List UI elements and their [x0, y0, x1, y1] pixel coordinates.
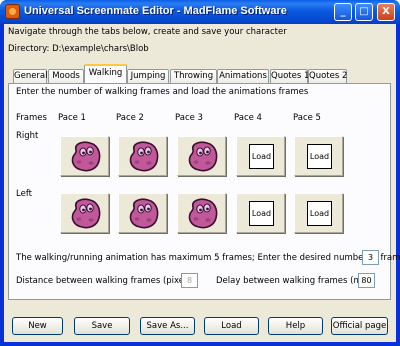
left-pace-1-frame-button[interactable] [60, 193, 109, 233]
frames-label: Frames [16, 113, 47, 123]
tab-moods[interactable]: Moods [48, 69, 84, 84]
minimize-button[interactable]: _ [334, 3, 352, 21]
load-frame-label: Load [307, 201, 332, 226]
pace-2-header: Pace 2 [116, 113, 144, 123]
left-pace-3-frame-button[interactable] [177, 193, 226, 233]
load-frame-label: Load [249, 201, 274, 226]
right-pace-3-frame-button[interactable] [177, 136, 226, 176]
left-pace-2-frame-button[interactable] [118, 193, 167, 233]
tab-jumping[interactable]: Jumping [127, 69, 169, 84]
walking-intro-text: Enter the number of walking frames and l… [16, 87, 309, 97]
left-label: Left [16, 189, 32, 199]
left-pace-4-frame-button[interactable]: Load [236, 193, 285, 233]
delay-input[interactable]: 80 [358, 273, 375, 288]
load-frame-label: Load [249, 144, 274, 169]
pace-4-header: Pace 4 [234, 113, 262, 123]
blob-character-sprite [71, 141, 101, 172]
app-icon[interactable] [5, 4, 20, 19]
right-pace-2-frame-button[interactable] [118, 136, 167, 176]
blob-character-sprite [129, 141, 159, 172]
pace-3-header: Pace 3 [175, 113, 203, 123]
tab-throwing[interactable]: Throwing [170, 69, 217, 84]
distance-label: Distance between walking frames (pixels) [16, 276, 195, 286]
right-pace-4-frame-button[interactable]: Load [236, 136, 285, 176]
tab-walking[interactable]: Walking [84, 64, 127, 83]
distance-input[interactable]: 8 [181, 273, 198, 288]
new-button[interactable]: New [12, 317, 63, 335]
frame-count-input[interactable]: 3 [362, 250, 379, 265]
tab-quotes-2[interactable]: Quotes 2 [308, 69, 347, 84]
right-pace-1-frame-button[interactable] [60, 136, 109, 176]
blob-character-sprite [188, 198, 218, 229]
max-frames-text: The walking/running animation has maximu… [16, 253, 400, 263]
load-frame-label: Load [307, 144, 332, 169]
save-button[interactable]: Save [74, 317, 130, 335]
official-page-button[interactable]: Official page [331, 317, 388, 335]
title-bar[interactable]: Universal Screenmate Editor - MadFlame S… [0, 0, 400, 24]
help-button[interactable]: Help [268, 317, 323, 335]
tab-animations[interactable]: Animations [217, 69, 269, 84]
tab-general[interactable]: General [13, 69, 48, 84]
close-button[interactable]: X [377, 3, 395, 21]
app-window: Universal Screenmate Editor - MadFlame S… [0, 0, 400, 346]
directory-path: Directory: D:\example\chars\Blob [8, 44, 149, 54]
window-title: Universal Screenmate Editor - MadFlame S… [24, 5, 287, 17]
tab-quotes-1[interactable]: Quotes 1 [270, 69, 309, 84]
blob-character-sprite [129, 198, 159, 229]
blob-character-sprite [188, 141, 218, 172]
blob-character-sprite [71, 198, 101, 229]
left-pace-5-frame-button[interactable]: Load [294, 193, 343, 233]
delay-label: Delay between walking frames (ms) [216, 276, 370, 286]
instructions-text: Navigate through the tabs below, create … [8, 27, 287, 37]
pace-1-header: Pace 1 [58, 113, 86, 123]
right-label: Right [16, 131, 39, 141]
load-button[interactable]: Load [204, 317, 259, 335]
maximize-button[interactable]: □ [355, 3, 373, 21]
right-pace-5-frame-button[interactable]: Load [294, 136, 343, 176]
pace-5-header: Pace 5 [293, 113, 321, 123]
save-as-button[interactable]: Save As... [140, 317, 195, 335]
